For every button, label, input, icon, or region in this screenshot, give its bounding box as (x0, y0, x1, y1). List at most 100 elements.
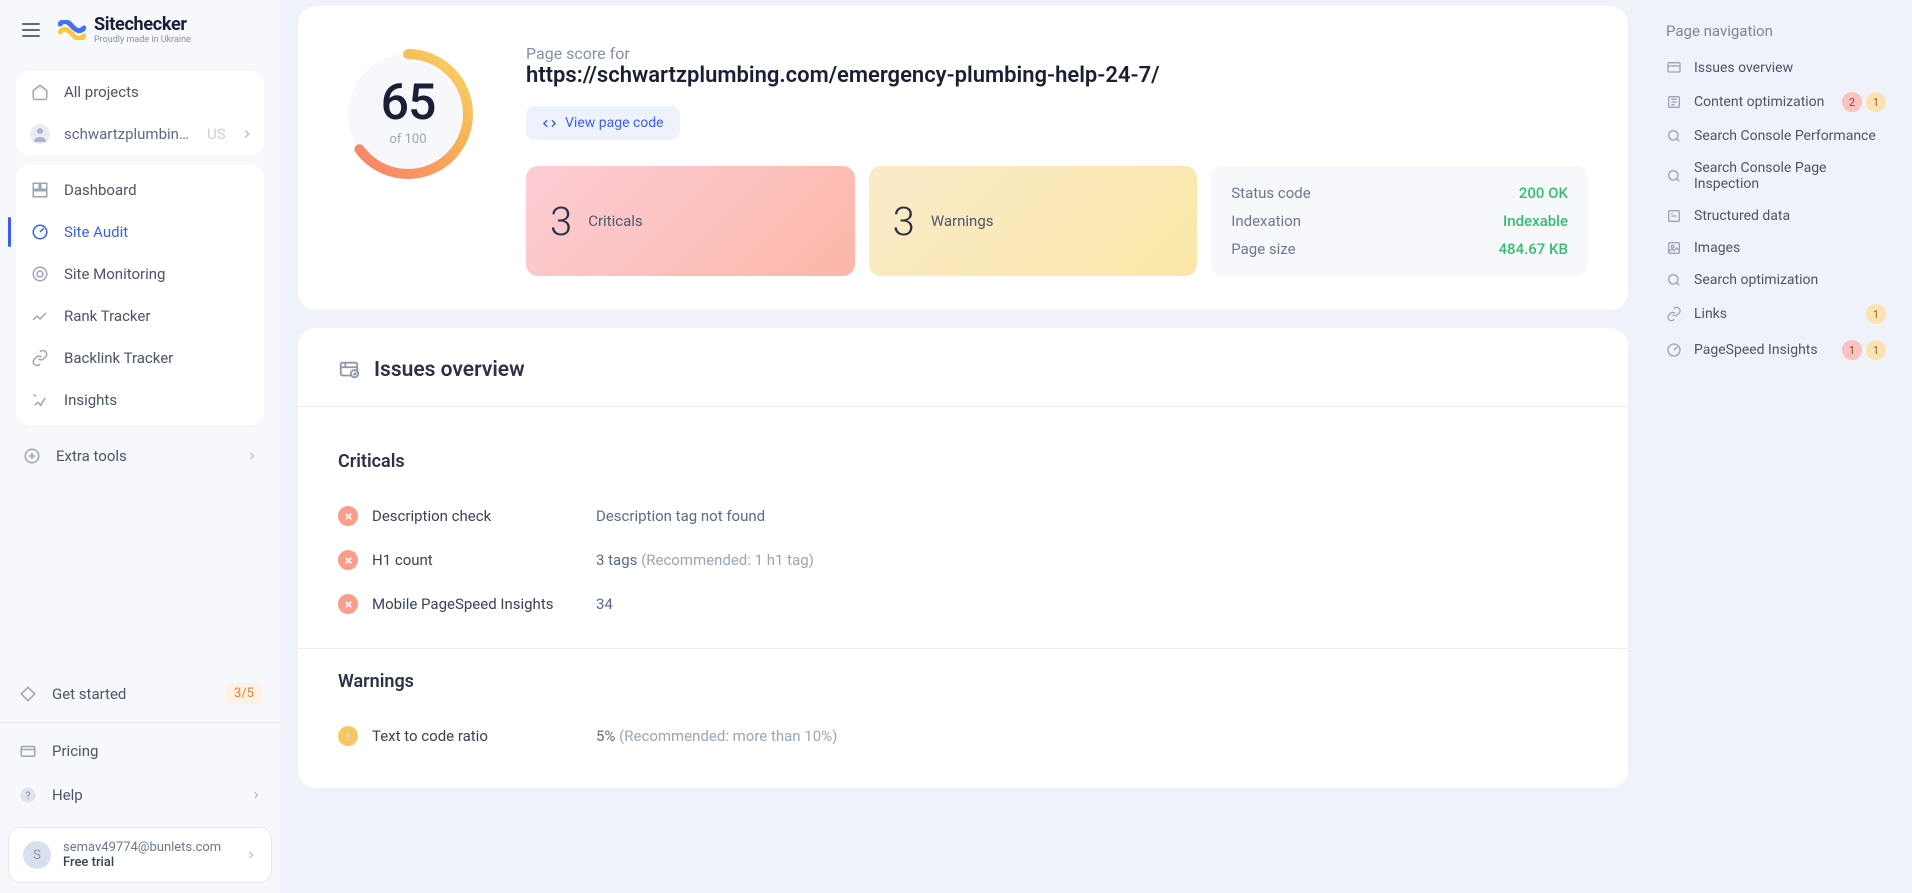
meta-row: Status code 200 OK (1231, 184, 1568, 202)
nav-item[interactable]: Issues overview (1656, 52, 1896, 84)
issue-name: Mobile PageSpeed Insights (372, 595, 582, 613)
nav-item[interactable]: Search optimization (1656, 264, 1896, 296)
sidebar-item-label: Rank Tracker (64, 307, 150, 325)
sidebar-item-backlink-tracker[interactable]: Backlink Tracker (16, 337, 264, 379)
issue-desc: 34 (596, 595, 613, 613)
criticals-stat[interactable]: 3 Criticals (526, 166, 855, 276)
user-plan: Free trial (63, 855, 221, 870)
help-label: Help (52, 786, 83, 804)
get-started-label: Get started (52, 685, 126, 703)
issue-row[interactable]: H1 count 3 tags (Recommended: 1 h1 tag) (338, 538, 1588, 582)
nav-badge: 1 (1866, 340, 1886, 360)
nav-label: Search Console Performance (1694, 128, 1876, 144)
sidebar-item-dashboard[interactable]: Dashboard (16, 169, 264, 211)
sidebar-item-rank-tracker[interactable]: Rank Tracker (16, 295, 264, 337)
critical-icon (338, 550, 358, 570)
nav-icon (1666, 168, 1682, 184)
sidebar-header: Sitechecker Proudly made in Ukraine (0, 0, 280, 59)
sidebar-item-get-started[interactable]: Get started 3/5 (0, 671, 280, 716)
criticals-count: 3 (550, 198, 572, 245)
meta-key: Status code (1231, 184, 1310, 202)
svg-text:?: ? (26, 791, 31, 802)
rank-icon (30, 306, 50, 326)
sidebar-item-help[interactable]: ? Help (0, 773, 280, 817)
issues-card: Issues overview Criticals Description ch… (298, 328, 1628, 788)
issue-desc: 3 tags (Recommended: 1 h1 tag) (596, 551, 814, 569)
nav-icon (1666, 240, 1682, 256)
logo[interactable]: Sitechecker Proudly made in Ukraine (58, 14, 191, 45)
extra-tools-label: Extra tools (56, 447, 127, 465)
score-card: 65 of 100 Page score for https://schwart… (298, 6, 1628, 310)
nav-icon (1666, 208, 1682, 224)
meta-val: 200 OK (1519, 184, 1568, 202)
sidebar: Sitechecker Proudly made in Ukraine All … (0, 0, 280, 893)
pricing-label: Pricing (52, 742, 98, 760)
home-icon (30, 82, 50, 102)
score-of: of 100 (381, 132, 436, 147)
all-projects-link[interactable]: All projects (16, 71, 264, 113)
sidebar-item-label: Dashboard (64, 181, 137, 199)
nav-icon (1666, 128, 1682, 144)
score-url: https://schwartzplumbing.com/emergency-p… (526, 63, 1588, 88)
issues-title-label: Issues overview (374, 358, 525, 382)
nav-icon (1666, 342, 1682, 358)
nav-icon (1666, 94, 1682, 110)
sidebar-item-label: Site Audit (64, 223, 128, 241)
get-started-badge: 3/5 (226, 683, 262, 704)
diamond-icon (18, 684, 38, 704)
nav-badge: 1 (1866, 92, 1886, 112)
nav-badge: 2 (1842, 92, 1862, 112)
meta-key: Page size (1231, 240, 1295, 258)
sidebar-item-site-audit[interactable]: Site Audit (16, 211, 264, 253)
brand-subtitle: Proudly made in Ukraine (94, 35, 191, 45)
insights-icon (30, 390, 50, 410)
nav-item[interactable]: Images (1656, 232, 1896, 264)
nav-icon (1666, 306, 1682, 322)
user-email: semav49774@bunlets.com (63, 840, 221, 855)
nav-item[interactable]: Search Console Performance (1656, 120, 1896, 152)
issue-row[interactable]: Text to code ratio 5% (Recommended: more… (338, 714, 1588, 758)
nav-label: Content optimization (1694, 94, 1824, 110)
warnings-stat[interactable]: 3 Warnings (869, 166, 1198, 276)
help-icon: ? (18, 785, 38, 805)
nav-label: Images (1694, 240, 1740, 256)
nav-label: Search optimization (1694, 272, 1818, 288)
nav-label: PageSpeed Insights (1694, 342, 1818, 358)
criticals-title: Criticals (338, 451, 1588, 472)
menu-toggle[interactable] (18, 19, 44, 41)
nav-item[interactable]: Links1 (1656, 296, 1896, 332)
chevron-right-icon (240, 127, 254, 141)
nav-icon (1666, 272, 1682, 288)
sidebar-item-pricing[interactable]: Pricing (0, 729, 280, 773)
sidebar-item-label: Backlink Tracker (64, 349, 173, 367)
user-card[interactable]: S semav49774@bunlets.com Free trial (8, 827, 272, 883)
current-project[interactable]: schwartzplumbin… US (16, 113, 264, 155)
issue-row[interactable]: Mobile PageSpeed Insights 34 (338, 582, 1588, 626)
chevron-right-icon (245, 849, 257, 861)
logo-icon (58, 20, 86, 40)
warning-icon (338, 726, 358, 746)
warnings-count: 3 (893, 198, 915, 245)
sidebar-item-label: Site Monitoring (64, 265, 165, 283)
issue-desc: 5% (Recommended: more than 10%) (596, 727, 837, 745)
sidebar-item-extra-tools[interactable]: Extra tools (8, 435, 272, 477)
nav-item[interactable]: Search Console Page Inspection (1656, 152, 1896, 200)
issue-name: H1 count (372, 551, 582, 569)
chevron-right-icon (246, 450, 258, 462)
nav-item[interactable]: Content optimization 21 (1656, 84, 1896, 120)
nav-label: Links (1694, 306, 1727, 322)
meta-row: Page size 484.67 KB (1231, 240, 1568, 258)
avatar: S (23, 841, 51, 869)
warnings-title: Warnings (338, 671, 1588, 692)
critical-icon (338, 594, 358, 614)
nav-label: Issues overview (1694, 60, 1793, 76)
nav-badge: 1 (1842, 340, 1862, 360)
nav-icon (1666, 60, 1682, 76)
sidebar-item-site-monitoring[interactable]: Site Monitoring (16, 253, 264, 295)
view-page-code-button[interactable]: View page code (526, 106, 680, 140)
nav-item[interactable]: Structured data (1656, 200, 1896, 232)
issue-row[interactable]: Description check Description tag not fo… (338, 494, 1588, 538)
sidebar-item-insights[interactable]: Insights (16, 379, 264, 421)
view-code-label: View page code (565, 115, 664, 131)
nav-item[interactable]: PageSpeed Insights 11 (1656, 332, 1896, 368)
